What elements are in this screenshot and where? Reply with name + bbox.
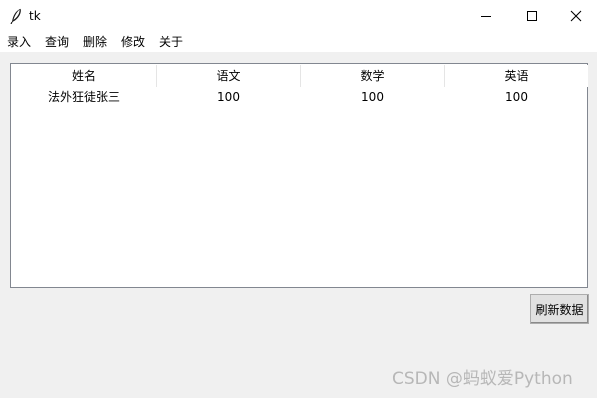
menu-item-delete[interactable]: 删除 bbox=[83, 34, 107, 50]
cell-name: 法外狂徒张三 bbox=[47, 90, 120, 104]
column-header-english[interactable]: 英语 bbox=[445, 65, 588, 87]
title-bar: tk bbox=[0, 0, 597, 32]
watermark: CSDN @蚂蚁爱Python bbox=[392, 369, 573, 389]
cell-math: 100 bbox=[361, 90, 384, 104]
minimize-icon bbox=[481, 16, 491, 17]
refresh-data-button[interactable]: 刷新数据 bbox=[530, 294, 589, 324]
menu-item-about[interactable]: 关于 bbox=[159, 34, 183, 50]
table-row[interactable]: 法外狂徒张三 100 100 100 bbox=[12, 87, 588, 107]
app-window: tk 录入 查询 删除 修改 关于 姓名 语文 数学 英语 法外狂徒张三 100… bbox=[0, 0, 597, 398]
cell-english: 100 bbox=[505, 90, 528, 104]
table-header: 姓名 语文 数学 英语 bbox=[12, 65, 588, 87]
column-header-chinese[interactable]: 语文 bbox=[157, 65, 300, 87]
feather-icon bbox=[10, 8, 21, 24]
menu-bar: 录入 查询 删除 修改 关于 bbox=[0, 32, 597, 52]
score-table[interactable]: 姓名 语文 数学 英语 法外狂徒张三 100 100 100 bbox=[10, 63, 588, 288]
minimize-button[interactable] bbox=[463, 0, 509, 32]
cell-chinese: 100 bbox=[217, 90, 240, 104]
menu-item-modify[interactable]: 修改 bbox=[121, 34, 145, 50]
column-header-math[interactable]: 数学 bbox=[301, 65, 444, 87]
close-icon bbox=[570, 10, 582, 22]
maximize-icon bbox=[527, 11, 537, 21]
column-header-name[interactable]: 姓名 bbox=[12, 65, 156, 87]
window-title: tk bbox=[29, 9, 41, 23]
close-button[interactable] bbox=[553, 0, 597, 32]
maximize-button[interactable] bbox=[509, 0, 555, 32]
menu-item-query[interactable]: 查询 bbox=[45, 34, 69, 50]
menu-item-entry[interactable]: 录入 bbox=[7, 34, 31, 50]
